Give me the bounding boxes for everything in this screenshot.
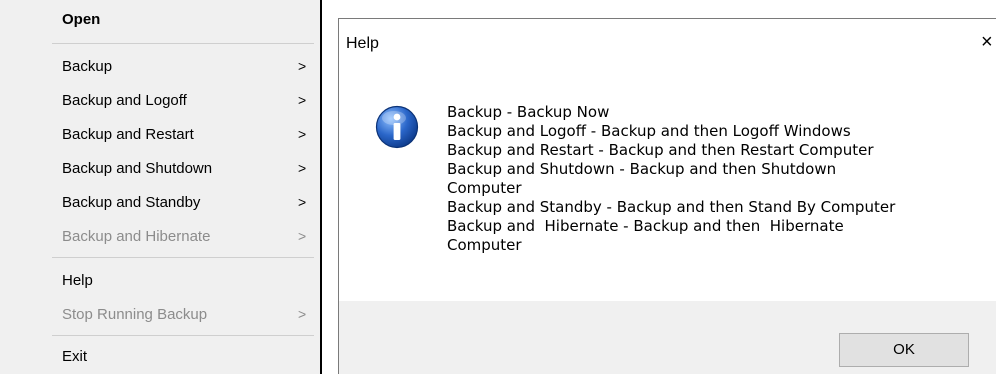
message-line: Backup - Backup Now [447,103,610,121]
submenu-arrow-icon: > [298,228,307,244]
menu-item-help[interactable]: Help [0,264,320,298]
menu-item-label: Backup and Logoff [62,92,187,109]
info-icon [375,105,419,149]
menu-item-backup-and-shutdown[interactable]: Backup and Shutdown > [0,152,320,186]
submenu-arrow-icon: > [298,306,307,322]
menu-item-open[interactable]: Open [0,3,320,37]
menu-item-backup-and-logoff[interactable]: Backup and Logoff > [0,84,320,118]
message-line: Backup and Standby - Backup and then Sta… [447,198,896,216]
menu-item-label: Backup and Standby [62,194,201,211]
message-line: Computer [447,236,522,254]
message-line: Computer [447,179,522,197]
menu-item-backup-and-restart[interactable]: Backup and Restart > [0,118,320,152]
dialog-title: Help [346,35,379,52]
ok-button[interactable]: OK [839,333,969,367]
menu-item-backup[interactable]: Backup > [0,50,320,84]
menu-item-label: Backup and Hibernate [62,228,211,245]
menu-item-label: Backup [62,58,113,75]
dialog-footer: OK [339,301,996,374]
tray-context-menu: Open Backup > Backup and Logoff > Backup… [0,0,322,374]
menu-item-backup-and-hibernate[interactable]: Backup and Hibernate > [0,220,320,254]
menu-item-stop-running-backup[interactable]: Stop Running Backup > [0,298,320,332]
menu-item-label: Exit [62,348,88,365]
submenu-arrow-icon: > [298,160,307,176]
menu-separator [52,335,314,336]
submenu-arrow-icon: > [298,126,307,142]
message-line: Backup and Shutdown - Backup and then Sh… [447,160,837,178]
message-line: Backup and Hibernate - Backup and then H… [447,217,844,235]
help-message: Backup - Backup Now Backup and Logoff - … [447,103,895,255]
menu-item-label: Open [62,11,101,28]
close-button[interactable]: × [981,30,996,54]
submenu-arrow-icon: > [298,92,307,108]
menu-item-exit[interactable]: Exit [0,340,320,374]
menu-border [320,0,322,374]
menu-separator [52,43,314,44]
submenu-arrow-icon: > [298,194,307,210]
menu-separator [52,257,314,258]
menu-item-label: Stop Running Backup [62,306,208,323]
help-dialog: Help × Backup - Backup Now Backup and Lo… [338,18,996,374]
message-line: Backup and Logoff - Backup and then Logo… [447,122,851,140]
menu-item-label: Help [62,272,93,289]
menu-item-backup-and-standby[interactable]: Backup and Standby > [0,186,320,220]
menu-item-label: Backup and Shutdown [62,160,213,177]
submenu-arrow-icon: > [298,58,307,74]
message-line: Backup and Restart - Backup and then Res… [447,141,874,159]
menu-item-label: Backup and Restart [62,126,194,143]
